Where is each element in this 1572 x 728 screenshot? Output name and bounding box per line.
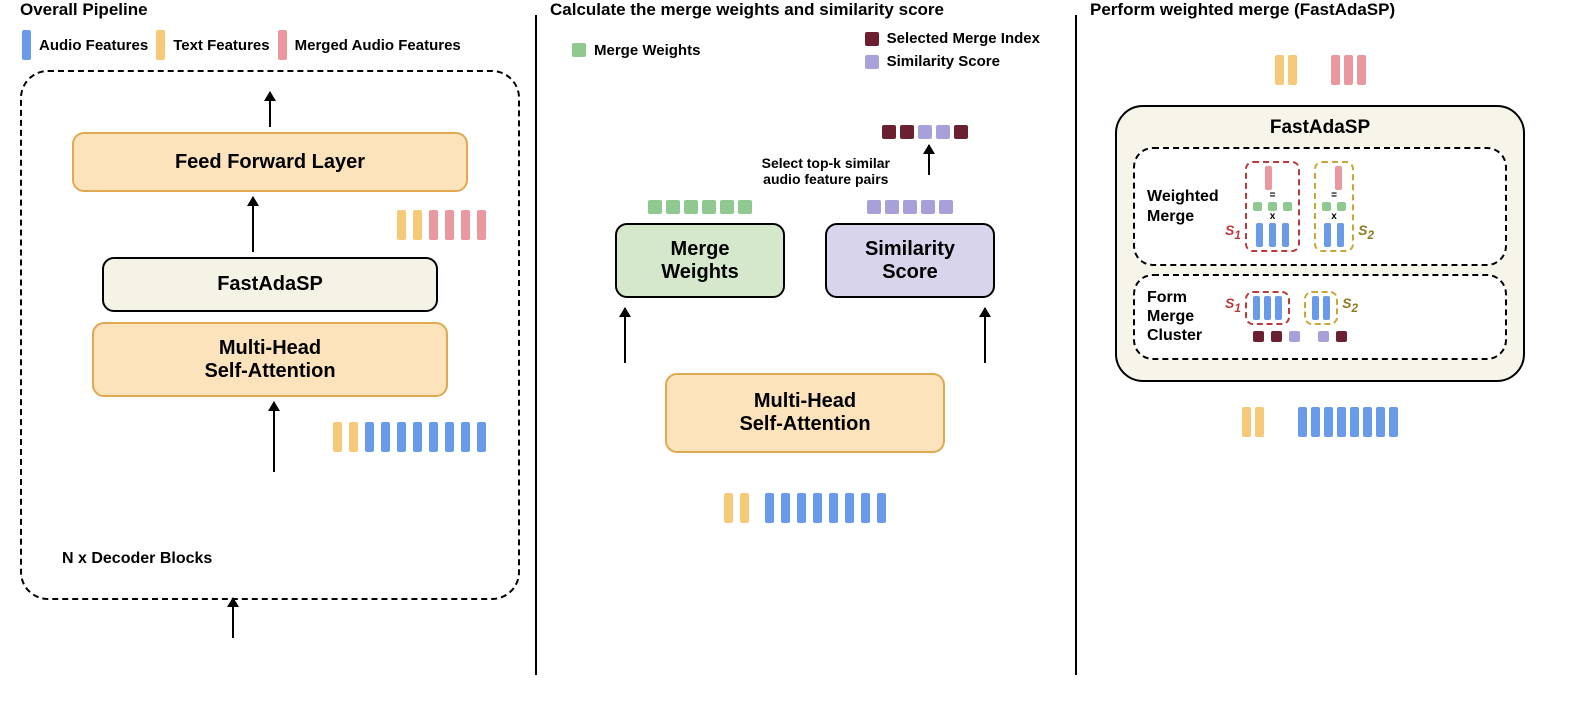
topk-label: Select top-k similar audio feature pairs — [762, 155, 890, 187]
decoder-block-container: Feed Forward Layer FastAdaSP Multi-Head … — [20, 70, 520, 600]
arrow-icon — [984, 308, 986, 363]
panel-overall-pipeline: Overall Pipeline Audio Features Text Fea… — [20, 0, 520, 700]
fastadasp-container: FastAdaSP Weighted Merge S1 = x — [1115, 105, 1525, 382]
selected-merge-index-icon — [865, 32, 879, 46]
mhsa-block: Multi-Head Self-Attention — [92, 322, 448, 397]
audio-features-icon — [22, 30, 31, 60]
merged-audio-features-label: Merged Audio Features — [295, 37, 461, 54]
arrow-icon — [252, 197, 254, 252]
times-sign: x — [1270, 212, 1276, 222]
cluster-indices-row — [1251, 331, 1349, 342]
form-merge-cluster-label: Form Merge Cluster — [1147, 288, 1235, 346]
similarity-score-label: Similarity Score — [887, 53, 1000, 70]
input-tokens — [331, 422, 488, 452]
arrow-icon — [624, 308, 626, 363]
panel2-input-tokens — [550, 493, 1060, 523]
form-merge-cluster-box: Form Merge Cluster S1 S2 — [1133, 274, 1507, 360]
panel1-title: Overall Pipeline — [20, 0, 520, 20]
s2-label: S2 — [1358, 222, 1374, 242]
s2-label-2: S2 — [1342, 295, 1358, 315]
s1-label: S1 — [1225, 222, 1241, 242]
similarity-score-squares — [825, 200, 995, 219]
panel3-top-tokens — [1090, 55, 1550, 90]
merge-weights-squares — [615, 200, 785, 219]
equals-sign: = — [1331, 191, 1337, 201]
audio-features-label: Audio Features — [39, 37, 148, 54]
arrow-icon — [269, 92, 271, 127]
fastadasp-heading: FastAdaSP — [1125, 117, 1515, 139]
merge-weights-label: Merge Weights — [594, 42, 700, 59]
similarity-score-block: Similarity Score — [825, 223, 995, 298]
n-decoder-blocks-label: N x Decoder Blocks — [62, 550, 212, 568]
divider-2 — [1075, 15, 1077, 675]
merge-weights-block: Merge Weights — [615, 223, 785, 298]
feed-forward-layer-block: Feed Forward Layer — [72, 132, 468, 192]
s1-label-2: S1 — [1225, 295, 1241, 315]
times-sign: x — [1331, 212, 1337, 222]
merge-weights-icon — [572, 43, 586, 57]
panel-calculate-weights: Calculate the merge weights and similari… — [550, 0, 1060, 700]
merged-output-tokens — [395, 210, 488, 240]
panel1-legend: Audio Features Text Features Merged Audi… — [20, 30, 520, 60]
panel2-title: Calculate the merge weights and similari… — [550, 0, 1060, 20]
divider-1 — [535, 15, 537, 675]
panel3-title: Perform weighted merge (FastAdaSP) — [1090, 0, 1550, 20]
fastadasp-block: FastAdaSP — [102, 257, 438, 312]
selected-indices-row — [880, 125, 970, 144]
panel3-bottom-tokens — [1090, 407, 1550, 442]
similarity-score-icon — [865, 55, 879, 69]
text-features-label: Text Features — [173, 37, 269, 54]
panel2-legend: Merge Weights Selected Merge Index Simil… — [550, 30, 1060, 70]
weighted-merge-box: Weighted Merge S1 = x S2 — [1133, 147, 1507, 266]
merged-audio-features-icon — [278, 30, 287, 60]
equals-sign: = — [1270, 191, 1276, 201]
weighted-merge-label: Weighted Merge — [1147, 187, 1235, 225]
mhsa-block-2: Multi-Head Self-Attention — [665, 373, 945, 453]
arrow-icon — [928, 145, 930, 175]
text-features-icon — [156, 30, 165, 60]
panel-weighted-merge: Perform weighted merge (FastAdaSP) FastA… — [1090, 0, 1550, 700]
arrow-icon — [232, 598, 234, 638]
selected-merge-index-label: Selected Merge Index — [887, 30, 1040, 47]
arrow-icon — [273, 402, 275, 472]
